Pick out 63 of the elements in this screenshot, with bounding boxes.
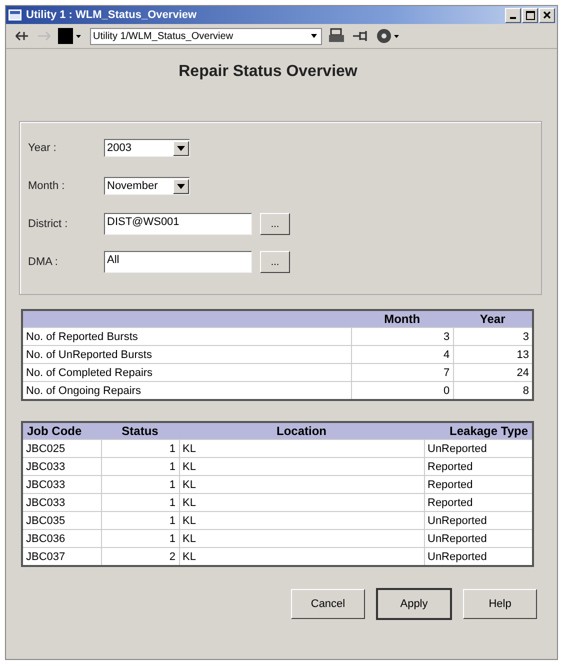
dropdown-arrow-icon: [177, 146, 185, 150]
close-button[interactable]: [539, 8, 555, 22]
table-cell: 3: [453, 328, 533, 346]
table-cell: No. of Reported Bursts: [22, 328, 351, 346]
dropdown-arrow-icon: [177, 184, 185, 188]
field-label: District :: [28, 218, 69, 230]
address-dropdown[interactable]: Utility 1/WLM_Status_Overview: [90, 28, 322, 44]
app-icon: [8, 8, 22, 22]
table-cell: JBC035: [22, 512, 101, 530]
table-cell: JBC033: [22, 494, 101, 512]
table-cell: 4: [351, 346, 454, 364]
dropdown-field[interactable]: November: [104, 177, 190, 195]
maximize-icon: [526, 10, 534, 20]
dropdown-button[interactable]: [173, 178, 189, 194]
table-cell: 3: [351, 328, 454, 346]
column-header: Leakage Type: [424, 422, 533, 440]
table-cell: KL: [179, 512, 424, 530]
column-header: Status: [101, 422, 179, 440]
browse-button[interactable]: ...: [260, 213, 290, 235]
table-cell: JBC033: [22, 458, 101, 476]
table-cell: No. of UnReported Bursts: [22, 346, 351, 364]
table-cell: KL: [179, 440, 424, 458]
close-icon: [543, 11, 551, 19]
minimize-button[interactable]: [505, 8, 521, 22]
table-cell: 1: [101, 494, 179, 512]
table-cell: KL: [179, 476, 424, 494]
browse-button[interactable]: ...: [260, 251, 290, 273]
table-cell: KL: [179, 458, 424, 476]
color-picker-icon[interactable]: [58, 28, 82, 44]
table-cell: 1: [101, 476, 179, 494]
column-header: Year: [453, 310, 533, 328]
table-cell: No. of Completed Repairs: [22, 364, 351, 382]
table-cell: 1: [101, 440, 179, 458]
field-label: Year :: [28, 142, 58, 154]
field-label: Month :: [28, 180, 66, 192]
print-icon[interactable]: [328, 28, 346, 44]
table-cell: 1: [101, 530, 179, 548]
column-header: Month: [351, 310, 454, 328]
back-arrow-icon[interactable]: [14, 29, 30, 43]
dialog-button[interactable]: Help: [463, 589, 537, 619]
table-cell: 1: [101, 512, 179, 530]
dialog-button[interactable]: Cancel: [291, 589, 365, 619]
column-header: Job Code: [22, 422, 101, 440]
dropdown-field[interactable]: 2003: [104, 139, 190, 157]
settings-icon[interactable]: [376, 27, 400, 45]
table-cell: JBC036: [22, 530, 101, 548]
table-cell: JBC025: [22, 440, 101, 458]
pin-icon[interactable]: [352, 29, 370, 43]
table-cell: UnReported: [424, 440, 533, 458]
page-heading: Repair Status Overview: [178, 63, 358, 81]
table-cell: 7: [351, 364, 454, 382]
window-title: Utility 1 : WLM_Status_Overview: [26, 9, 198, 21]
column-header: Location: [179, 422, 424, 440]
dialog-button[interactable]: Apply: [377, 589, 451, 619]
maximize-button[interactable]: [522, 8, 538, 22]
table-cell: KL: [179, 494, 424, 512]
field-label: DMA :: [28, 256, 59, 268]
dropdown-button[interactable]: [173, 140, 189, 156]
input-field[interactable]: All: [104, 251, 252, 273]
table-cell: 1: [101, 458, 179, 476]
table-cell: KL: [179, 530, 424, 548]
input-field[interactable]: DIST@WS001: [104, 213, 252, 235]
table-cell: JBC033: [22, 476, 101, 494]
